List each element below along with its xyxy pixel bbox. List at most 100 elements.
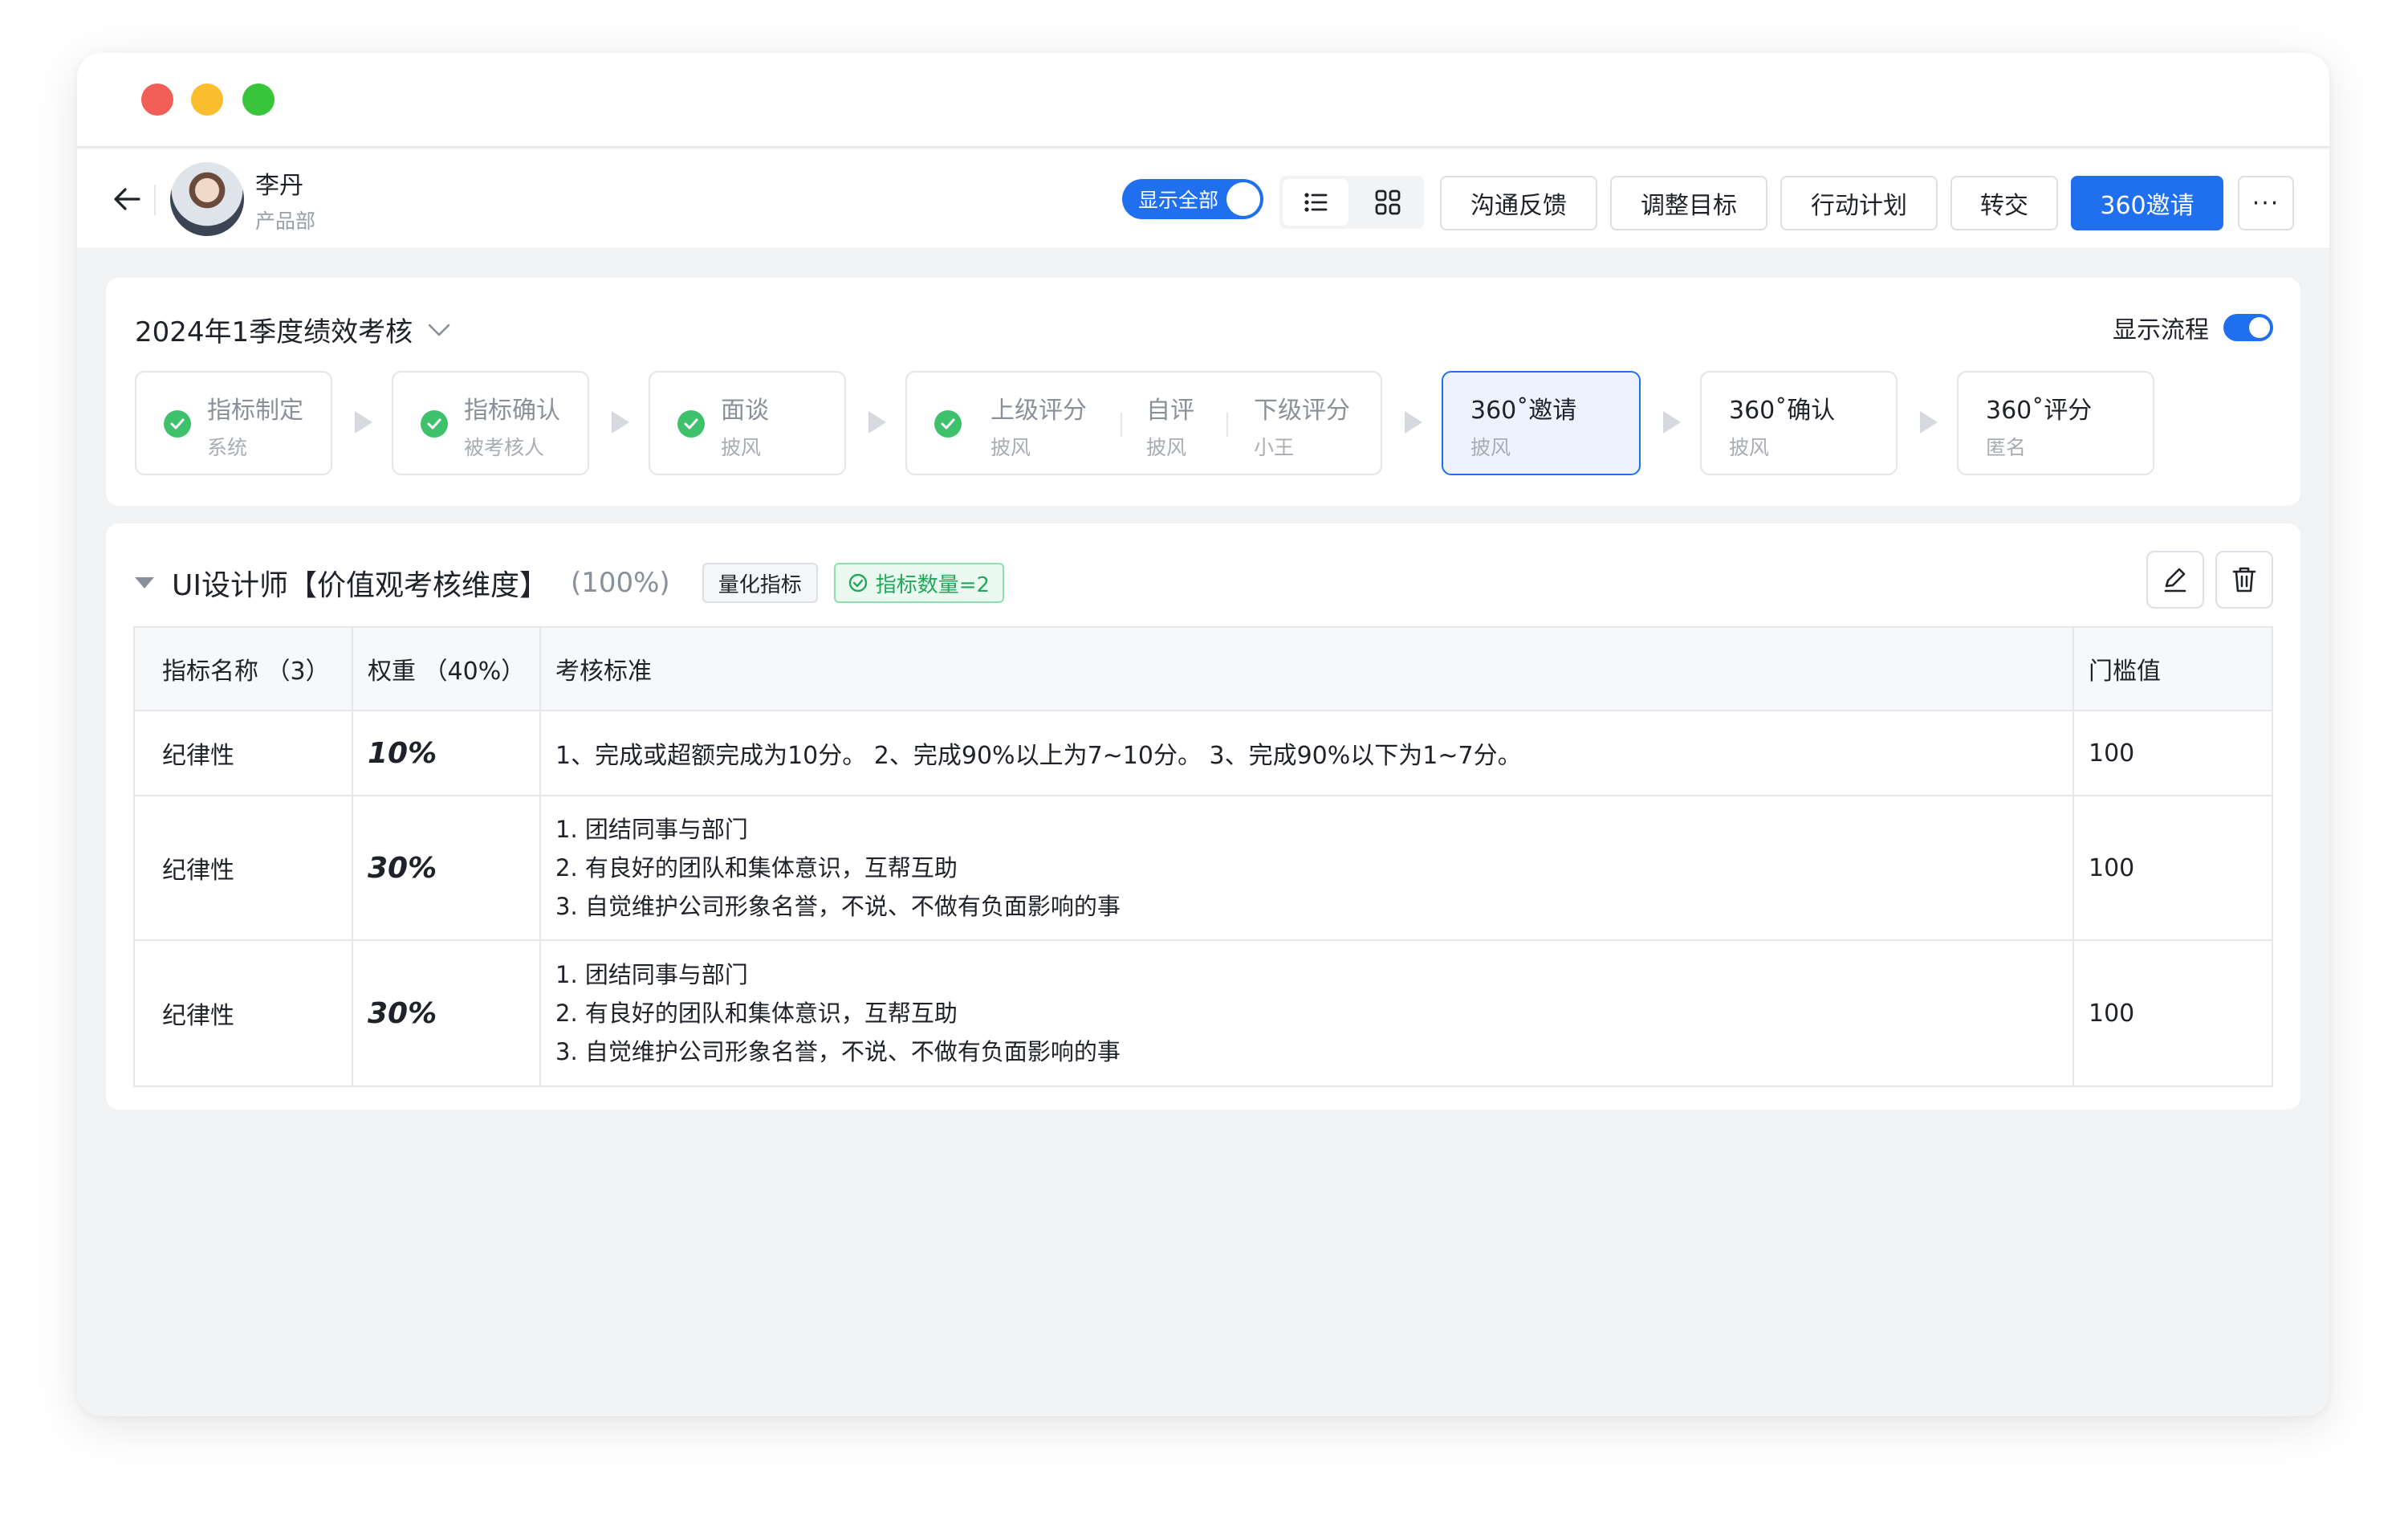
check-circle-icon [164, 410, 191, 438]
step-owner: 披风 [1470, 436, 1511, 459]
criteria-line: 1. 团结同事与部门 [555, 816, 748, 843]
step-arrow-icon [612, 411, 629, 434]
column-header: 指标名称 （3） [135, 628, 353, 710]
header-bar: 李丹 产品部 显示全部 沟通反馈 调整目标 行动计划 转交 360邀请 ··· [77, 149, 2329, 249]
pencil-icon [2164, 568, 2186, 593]
indicator-criteria: 1、完成或超额完成为10分。 2、完成90%以上为7~10分。 3、完成90%以… [541, 711, 2074, 795]
dimension-percent: (100%) [570, 567, 670, 599]
title-bar [77, 53, 2329, 148]
step-indicator-confirm[interactable]: 指标确认 被考核人 [392, 371, 589, 475]
table-header-row: 指标名称 （3） 权重 （40%） 考核标准 门槛值 [135, 628, 2272, 711]
step-title: 上级评分 [990, 397, 1087, 425]
close-window-button[interactable] [141, 83, 173, 116]
indicator-criteria: 1. 团结同事与部门 2. 有良好的团队和集体意识，互帮互助 3. 自觉维护公司… [541, 941, 2074, 1085]
table-row[interactable]: 纪律性 30% 1. 团结同事与部门 2. 有良好的团队和集体意识，互帮互助 3… [135, 941, 2272, 1085]
indicator-threshold: 100 [2089, 739, 2135, 768]
criteria-line: 1. 团结同事与部门 [555, 961, 748, 988]
indicator-threshold: 100 [2089, 999, 2135, 1028]
transfer-button[interactable]: 转交 [1950, 176, 2058, 230]
show-flow-label: 显示流程 [2113, 316, 2209, 344]
step-owner: 匿名 [1986, 436, 2027, 459]
step-360-score[interactable]: 360˚评分 匿名 [1957, 371, 2154, 475]
indicator-weight: 10% [353, 711, 541, 795]
table-row[interactable]: 纪律性 30% 1. 团结同事与部门 2. 有良好的团队和集体意识，互帮互助 3… [135, 796, 2272, 941]
adjust-goal-button[interactable]: 调整目标 [1610, 176, 1767, 230]
more-button[interactable]: ··· [2238, 176, 2294, 230]
divider [1226, 413, 1228, 437]
indicator-count-label: 指标数量=2 [875, 572, 990, 597]
indicator-name: 纪律性 [135, 796, 353, 939]
edit-button[interactable] [2146, 551, 2204, 609]
avatar [170, 162, 244, 236]
step-title: 面谈 [721, 397, 769, 425]
step-arrow-icon [355, 411, 372, 434]
indicator-threshold: 100 [2089, 853, 2135, 882]
indicator-weight: 30% [353, 941, 541, 1085]
check-circle-icon [934, 410, 962, 438]
step-title: 360˚评分 [1986, 397, 2093, 425]
action-plan-button[interactable]: 行动计划 [1780, 176, 1938, 230]
indicator-table: 指标名称 （3） 权重 （40%） 考核标准 门槛值 纪律性 10% 1、完成或… [133, 626, 2273, 1087]
step-scoring-group[interactable]: 上级评分 披风 自评 披风 下级评分 小王 [905, 371, 1382, 475]
delete-button[interactable] [2215, 551, 2273, 609]
list-icon [1304, 193, 1328, 212]
step-arrow-icon [1920, 411, 1938, 434]
step-owner: 披风 [721, 436, 762, 459]
indicator-name: 纪律性 [135, 941, 353, 1085]
divider [154, 185, 156, 215]
invite-360-button[interactable]: 360邀请 [2071, 176, 2223, 230]
column-header: 考核标准 [541, 628, 2074, 710]
step-owner: 系统 [207, 436, 248, 459]
show-all-label: 显示全部 [1138, 189, 1219, 212]
maximize-window-button[interactable] [242, 83, 275, 116]
minimize-window-button[interactable] [191, 83, 223, 116]
step-arrow-icon [1663, 411, 1681, 434]
step-owner: 被考核人 [464, 436, 545, 459]
app-window: 李丹 产品部 显示全部 沟通反馈 调整目标 行动计划 转交 360邀请 ··· … [77, 53, 2329, 1416]
tag-quantified: 量化指标 [702, 563, 818, 603]
indicator-weight: 30% [353, 796, 541, 939]
criteria-line: 2. 有良好的团队和集体意识，互帮互助 [555, 1000, 958, 1027]
check-circle-icon [421, 410, 448, 438]
step-title: 360˚确认 [1729, 397, 1836, 425]
check-circle-outline-icon [848, 573, 867, 593]
list-view-button[interactable] [1283, 179, 1348, 226]
step-arrow-icon [1405, 411, 1422, 434]
show-flow-control: 显示流程 [2113, 310, 2273, 345]
indicator-criteria: 1. 团结同事与部门 2. 有良好的团队和集体意识，互帮互助 3. 自觉维护公司… [541, 796, 2074, 939]
criteria-line: 3. 自觉维护公司形象名誉，不说、不做有负面影响的事 [555, 893, 1121, 920]
back-arrow-icon[interactable] [109, 181, 144, 217]
step-360-invite[interactable]: 360˚邀请 披风 [1442, 371, 1641, 475]
step-title: 360˚邀请 [1470, 397, 1577, 425]
period-title: 2024年1季度绩效考核 [135, 316, 413, 348]
dimension-title: UI设计师【价值观考核维度】 [172, 569, 548, 602]
step-owner: 小王 [1254, 436, 1295, 459]
step-owner: 披风 [990, 436, 1031, 459]
user-department: 产品部 [255, 210, 316, 233]
period-selector[interactable]: 2024年1季度绩效考核 [135, 310, 451, 349]
step-title: 自评 [1146, 397, 1194, 425]
feedback-button[interactable]: 沟通反馈 [1440, 176, 1597, 230]
step-owner: 披风 [1146, 436, 1187, 459]
grid-view-button[interactable] [1352, 176, 1424, 229]
table-row[interactable]: 纪律性 10% 1、完成或超额完成为10分。 2、完成90%以上为7~10分。 … [135, 711, 2272, 796]
step-title: 指标制定 [207, 397, 303, 425]
dimension-header: UI设计师【价值观考核维度】 (100%) 量化指标 指标数量=2 [135, 560, 1005, 605]
user-name: 李丹 [255, 172, 303, 200]
indicator-name: 纪律性 [135, 711, 353, 795]
step-360-confirm[interactable]: 360˚确认 披风 [1700, 371, 1898, 475]
trash-icon [2232, 567, 2256, 593]
criteria-line: 3. 自觉维护公司形象名誉，不说、不做有负面影响的事 [555, 1038, 1121, 1065]
divider [1121, 413, 1122, 437]
toggle-knob [1226, 182, 1260, 216]
step-owner: 披风 [1729, 436, 1770, 459]
step-title: 指标确认 [464, 397, 560, 425]
step-arrow-icon [868, 411, 886, 434]
step-indicator-setup[interactable]: 指标制定 系统 [135, 371, 332, 475]
dimension-card: UI设计师【价值观考核维度】 (100%) 量化指标 指标数量=2 指标名称 （… [106, 523, 2300, 1110]
show-all-toggle[interactable]: 显示全部 [1122, 179, 1263, 219]
collapse-caret-icon[interactable] [135, 577, 154, 588]
show-flow-toggle[interactable] [2223, 314, 2273, 341]
step-interview[interactable]: 面谈 披风 [649, 371, 846, 475]
step-title: 下级评分 [1254, 397, 1350, 425]
